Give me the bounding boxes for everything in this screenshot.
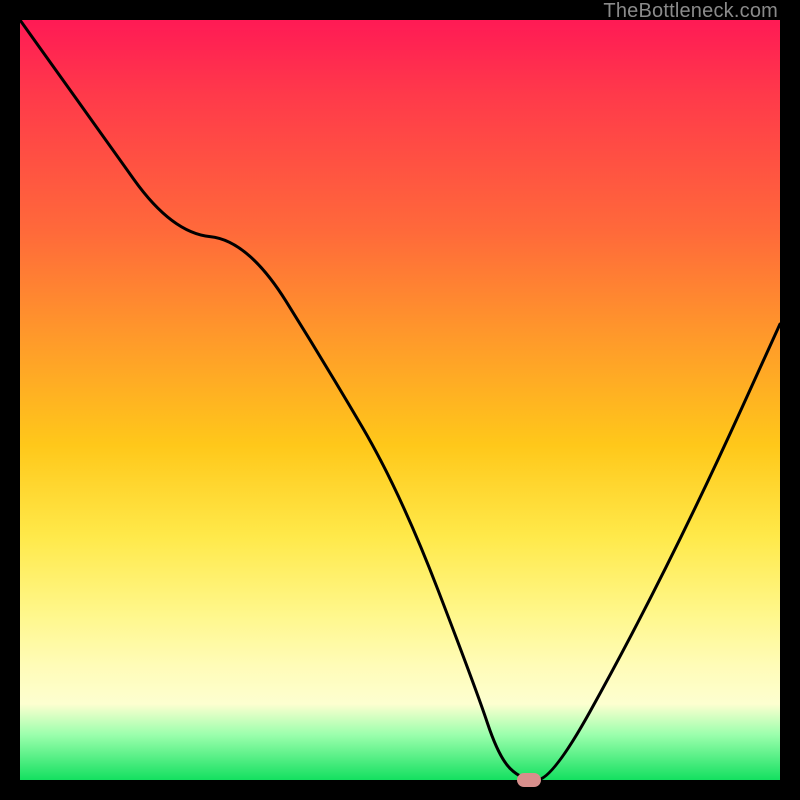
chart-frame: TheBottleneck.com: [0, 0, 800, 800]
optimal-marker: [517, 773, 541, 787]
chart-svg: [20, 20, 780, 780]
chart-plot-area: [20, 20, 780, 780]
bottleneck-curve: [20, 20, 780, 780]
